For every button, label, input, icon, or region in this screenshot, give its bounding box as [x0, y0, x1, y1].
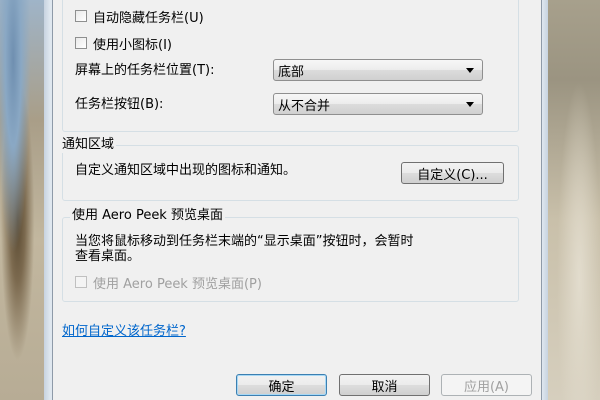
taskbar-buttons-label: 任务栏按钮(B):	[75, 97, 164, 112]
chevron-down-icon	[466, 102, 474, 107]
aero-peek-checkbox-label: 使用 Aero Peek 预览桌面(P)	[93, 276, 262, 292]
small-icons-label: 使用小图标(I)	[93, 37, 172, 53]
taskbar-buttons-select[interactable]: 从不合并	[273, 93, 483, 115]
notification-area-description: 自定义通知区域中出现的图标和通知。	[75, 163, 297, 178]
taskbar-location-value: 底部	[278, 64, 305, 80]
desktop-background-right	[548, 0, 600, 400]
aero-peek-checkbox-row[interactable]: 使用 Aero Peek 预览桌面(P)	[75, 273, 262, 292]
small-icons-checkbox-row[interactable]: 使用小图标(I)	[75, 34, 172, 53]
help-link[interactable]: 如何自定义该任务栏?	[62, 323, 186, 341]
apply-button[interactable]: 应用(A)	[441, 374, 532, 396]
desktop-background-left	[0, 0, 44, 400]
notification-area-title: 通知区域	[60, 137, 117, 153]
cancel-button[interactable]: 取消	[339, 374, 430, 396]
customize-button[interactable]: 自定义(C)...	[401, 162, 504, 184]
taskbar-location-select[interactable]: 底部	[273, 59, 483, 81]
aero-peek-title: 使用 Aero Peek 预览桌面	[70, 208, 225, 224]
autohide-checkbox[interactable]	[75, 10, 87, 22]
autohide-label: 自动隐藏任务栏(U)	[93, 10, 204, 26]
taskbar-buttons-value: 从不合并	[278, 98, 331, 114]
aero-peek-description-line2: 查看桌面。	[75, 249, 141, 264]
small-icons-checkbox[interactable]	[75, 37, 87, 49]
aero-peek-checkbox[interactable]	[75, 276, 87, 288]
chevron-down-icon	[466, 68, 474, 73]
autohide-checkbox-row[interactable]: 自动隐藏任务栏(U)	[75, 7, 204, 26]
ok-button[interactable]: 确定	[236, 374, 327, 396]
taskbar-location-label: 屏幕上的任务栏位置(T):	[75, 63, 215, 78]
